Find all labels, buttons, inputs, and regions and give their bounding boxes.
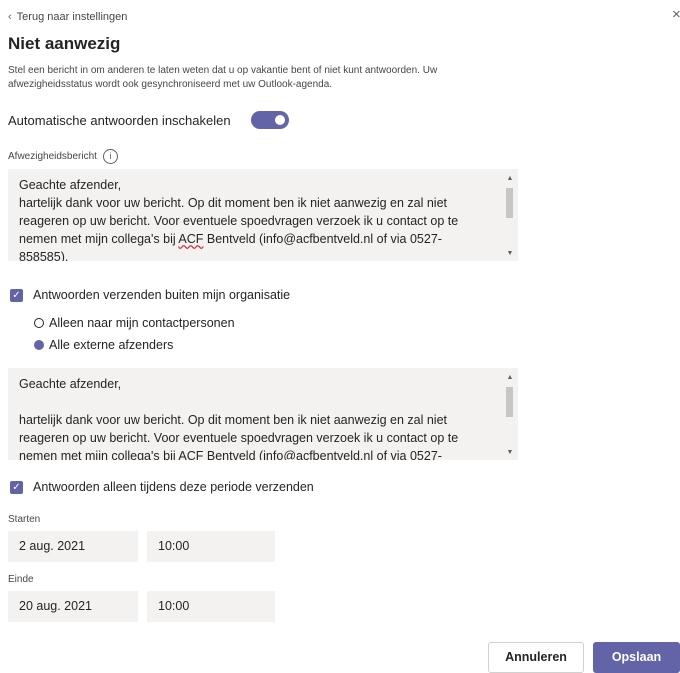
internal-message-label: Afwezigheidsbericht	[8, 151, 97, 162]
internal-line-1: Geachte afzender,	[19, 178, 122, 192]
internal-line-4-post: Bentveld (info@acfbentveld.nl of via 052…	[203, 232, 442, 246]
period-checkbox[interactable]: ✓	[10, 480, 23, 494]
scroll-thumb[interactable]	[506, 387, 513, 417]
external-message-textarea[interactable]: Geachte afzender, hartelijk dank voor uw…	[8, 368, 518, 460]
end-label: Einde	[8, 574, 34, 585]
scroll-thumb[interactable]	[506, 188, 513, 218]
external-replies-checkbox[interactable]: ✓	[10, 288, 23, 302]
auto-reply-toggle[interactable]	[250, 111, 289, 129]
spelling-squiggle-word: ACF	[178, 232, 204, 246]
radio-option-all-external[interactable]: Alle externe afzenders	[34, 338, 173, 352]
period-checkbox-row[interactable]: ✓ Antwoorden alleen tijdens deze periode…	[10, 480, 314, 494]
start-label: Starten	[8, 514, 41, 525]
external-line-1: Geachte afzender,	[19, 377, 122, 391]
radio-contacts-label: Alleen naar mijn contactpersonen	[49, 316, 235, 330]
period-label: Antwoorden alleen tijdens deze periode v…	[33, 480, 314, 494]
close-icon[interactable]: ×	[672, 6, 680, 23]
radio-all-external[interactable]	[34, 340, 44, 350]
internal-line-2: hartelijk dank voor uw bericht. Op dit m…	[19, 196, 448, 210]
page-title: Niet aanwezig	[8, 34, 121, 53]
back-to-settings-link[interactable]: ‹ Terug naar instellingen	[8, 11, 127, 23]
scroll-down-icon[interactable]: ▼	[505, 250, 515, 257]
save-button[interactable]: Opslaan	[593, 642, 680, 673]
auto-reply-row: Automatische antwoorden inschakelen	[8, 111, 289, 129]
radio-contacts[interactable]	[34, 318, 44, 328]
scroll-up-icon[interactable]: ▲	[505, 374, 515, 381]
page-description: Stel een bericht in om anderen te laten …	[8, 65, 438, 90]
scroll-up-icon[interactable]: ▲	[505, 175, 515, 182]
auto-reply-label: Automatische antwoorden inschakelen	[8, 112, 231, 128]
external-line-3: hartelijk dank voor uw bericht. Op dit m…	[19, 413, 448, 427]
internal-message-scrollbar[interactable]: ▲ ▼	[504, 175, 514, 257]
radio-all-external-label: Alle externe afzenders	[49, 338, 174, 352]
external-message-scrollbar[interactable]: ▲ ▼	[504, 374, 514, 456]
start-date-input[interactable]: 2 aug. 2021	[8, 531, 138, 562]
external-replies-checkbox-row[interactable]: ✓ Antwoorden verzenden buiten mijn organ…	[10, 288, 290, 302]
internal-line-5: 858585).	[19, 250, 69, 261]
internal-message-textarea[interactable]: Geachte afzender, hartelijk dank voor uw…	[8, 169, 518, 261]
info-icon[interactable]: i	[102, 149, 118, 164]
end-date-input[interactable]: 20 aug. 2021	[8, 591, 138, 622]
internal-line-4-pre: nemen met mijn collega's bij	[19, 232, 179, 246]
back-link-label: Terug naar instellingen	[16, 11, 128, 23]
external-line-4: reageren op uw bericht. Voor eventuele s…	[19, 431, 459, 445]
start-time-input[interactable]: 10:00	[147, 531, 275, 562]
external-line-5: nemen met mijn collega's bij ACF Bentvel…	[19, 449, 442, 460]
chevron-left-icon: ‹	[8, 11, 12, 23]
internal-line-3: reageren op uw bericht. Voor eventuele s…	[19, 214, 459, 228]
internal-message-label-row: Afwezigheidsbericht i	[8, 149, 118, 164]
cancel-button[interactable]: Annuleren	[488, 642, 584, 673]
internal-message-text: Geachte afzender, hartelijk dank voor uw…	[8, 169, 518, 261]
radio-option-contacts[interactable]: Alleen naar mijn contactpersonen	[34, 316, 235, 330]
toggle-knob	[274, 115, 285, 125]
external-message-text: Geachte afzender, hartelijk dank voor uw…	[8, 368, 518, 460]
scroll-down-icon[interactable]: ▼	[505, 449, 515, 456]
external-replies-label: Antwoorden verzenden buiten mijn organis…	[33, 288, 291, 302]
end-time-input[interactable]: 10:00	[147, 591, 275, 622]
